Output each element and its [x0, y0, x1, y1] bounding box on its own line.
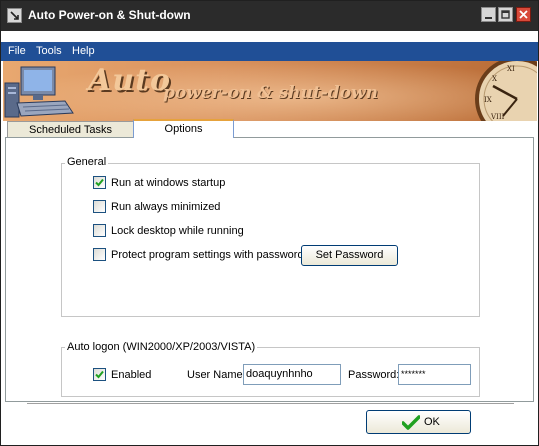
svg-text:XI: XI — [507, 65, 515, 73]
lock-desktop-checkbox[interactable] — [93, 224, 106, 237]
username-input[interactable]: doaquynhnho — [243, 364, 341, 385]
ok-button-label: OK — [424, 416, 440, 428]
username-label: User Name: — [187, 369, 246, 381]
banner: IX X XI VIII Auto power-on & shut-down — [3, 61, 537, 121]
svg-text:X: X — [492, 75, 497, 83]
set-password-button[interactable]: Set Password — [301, 245, 398, 266]
title-bar[interactable]: Auto Power-on & Shut-down — [1, 1, 538, 31]
menu-help[interactable]: Help — [72, 45, 95, 57]
run-minimized-checkbox[interactable] — [93, 200, 106, 213]
close-icon[interactable] — [516, 7, 531, 22]
window-title: Auto Power-on & Shut-down — [28, 8, 191, 22]
main-window: Auto Power-on & Shut-down File Tools Hel… — [0, 0, 539, 446]
menu-bar: File Tools Help — [1, 42, 538, 61]
menu-file[interactable]: File — [8, 45, 26, 57]
clock-icon: IX X XI VIII — [475, 61, 537, 121]
banner-title-subtitle: power-on & shut-down — [163, 83, 378, 103]
run-minimized-label: Run always minimized — [111, 201, 221, 213]
ok-button[interactable]: OK — [366, 410, 471, 434]
checkmark-icon — [402, 415, 420, 430]
tab-scheduled-tasks[interactable]: Scheduled Tasks — [7, 121, 134, 138]
menu-tools[interactable]: Tools — [36, 45, 62, 57]
computer-icon — [4, 66, 74, 118]
run-at-startup-label: Run at windows startup — [111, 177, 226, 189]
footer-divider — [27, 403, 514, 404]
autologon-group-label: Auto logon (WIN2000/XP/2003/VISTA) — [65, 341, 258, 353]
app-icon[interactable] — [7, 8, 22, 23]
lock-desktop-label: Lock desktop while running — [111, 225, 244, 237]
svg-text:IX: IX — [484, 96, 492, 104]
maximize-icon[interactable] — [498, 7, 513, 22]
banner-title-auto: Auto — [88, 63, 171, 98]
protect-settings-checkbox[interactable] — [93, 248, 106, 261]
password-label: Password: — [348, 369, 400, 381]
general-group-label: General — [65, 156, 109, 168]
password-input[interactable]: ******* — [398, 364, 471, 385]
protect-settings-label: Protect program settings with password — [111, 249, 304, 261]
run-at-startup-checkbox[interactable] — [93, 176, 106, 189]
svg-text:VIII: VIII — [490, 113, 505, 121]
tab-options[interactable]: Options — [133, 119, 234, 138]
autologon-enabled-checkbox[interactable] — [93, 368, 106, 381]
minimize-icon[interactable] — [481, 7, 496, 22]
autologon-enabled-label: Enabled — [111, 369, 152, 381]
